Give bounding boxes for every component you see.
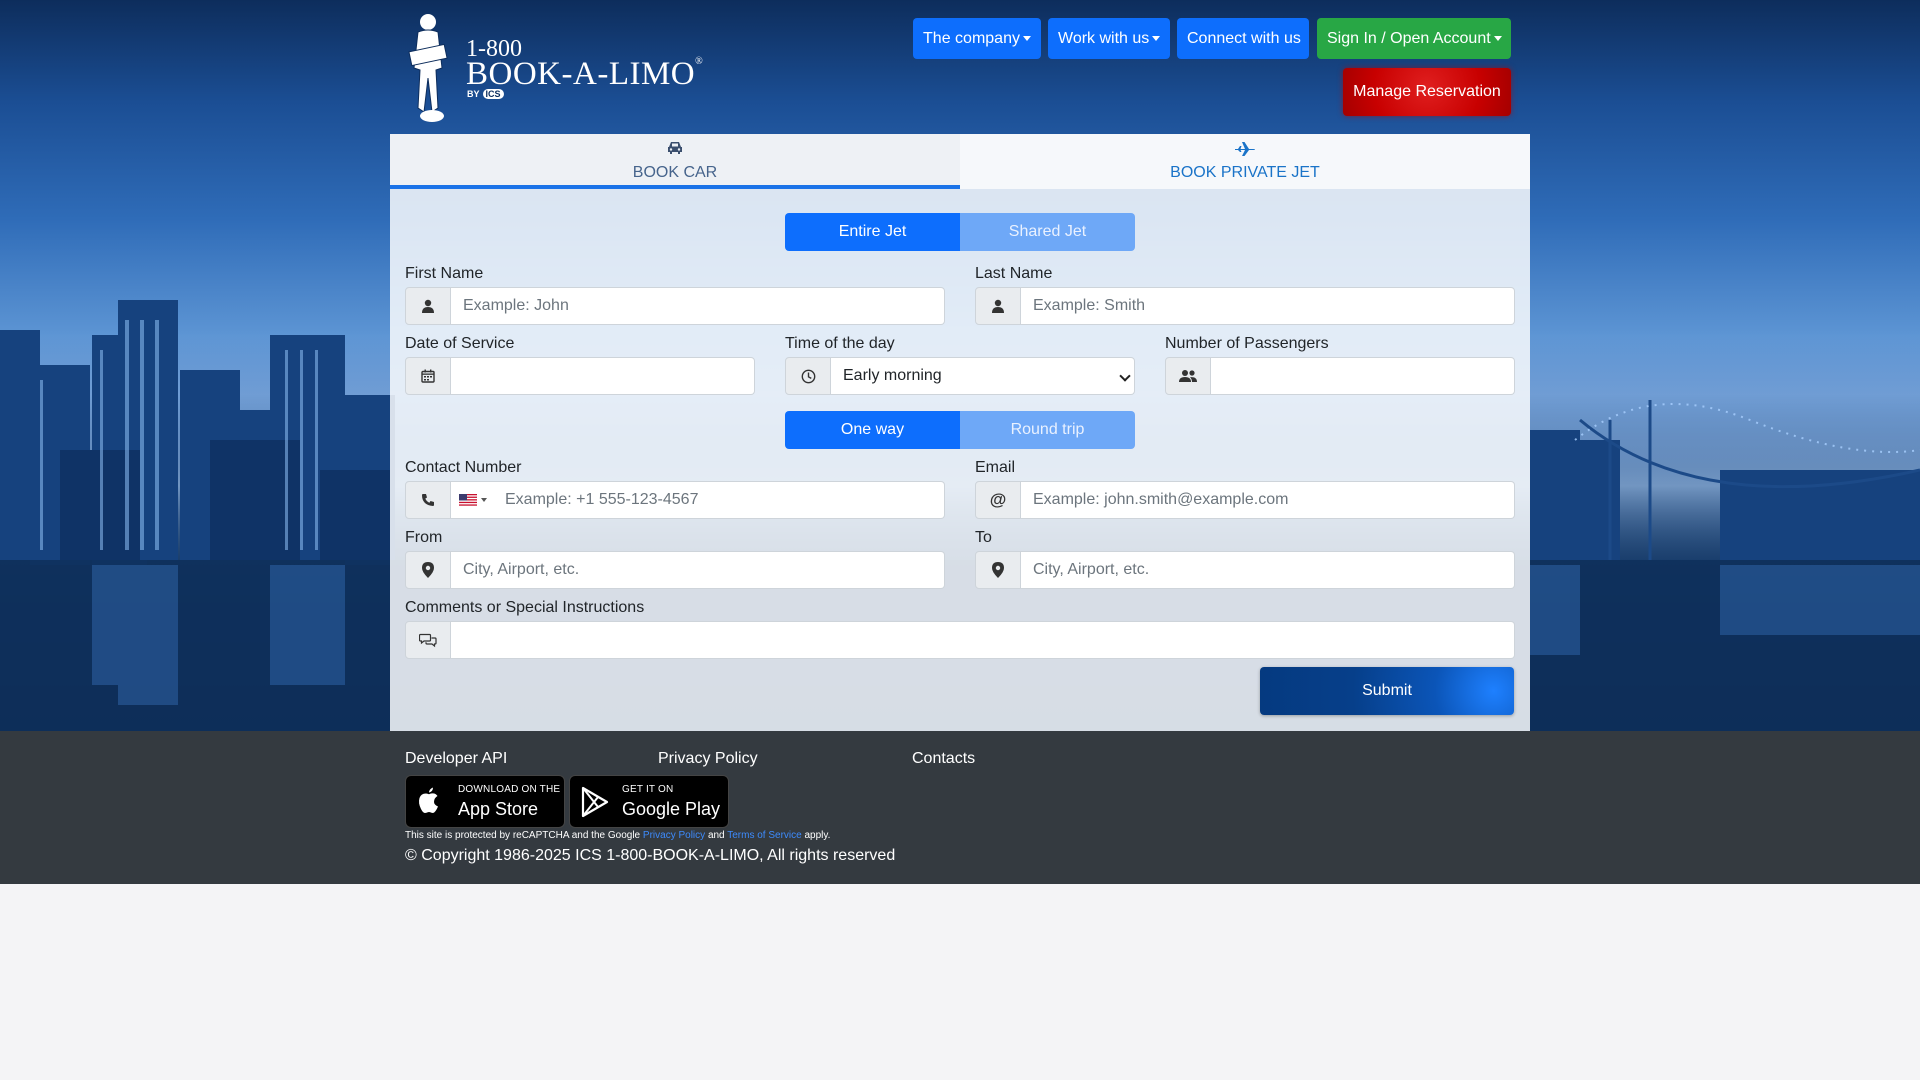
booking-card: BOOK CAR BOOK PRIVATE JET Entire Jet Sha… (390, 134, 1530, 731)
caret-down-icon (1022, 36, 1031, 41)
jet-type-toggle: Entire Jet Shared Jet (785, 213, 1135, 251)
shared-jet-button[interactable]: Shared Jet (960, 213, 1135, 251)
calendar-icon (405, 357, 451, 395)
tab-book-private-jet[interactable]: BOOK PRIVATE JET (960, 134, 1530, 189)
manage-reservation-button[interactable]: Manage Reservation (1343, 68, 1511, 116)
signin-dropdown[interactable]: Sign In / Open Account (1317, 18, 1511, 59)
app-store-badge[interactable]: DOWNLOAD ON THE App Store (405, 775, 565, 828)
phone-icon (405, 481, 451, 519)
developer-api-link[interactable]: Developer API (405, 750, 507, 768)
email-group: @ (975, 481, 1515, 519)
passengers-group (1165, 357, 1515, 395)
email-label: Email (975, 459, 1016, 476)
contact-number-group (405, 481, 945, 519)
signin-label: Sign In / Open Account (1327, 30, 1491, 47)
comments-input[interactable] (451, 621, 1515, 659)
google-play-small-text: GET IT ON (622, 784, 674, 795)
brand-logo[interactable]: 1-800 BOOK-A-LIMO® BY ICS (404, 8, 704, 126)
booking-tabs: BOOK CAR BOOK PRIVATE JET (390, 134, 1530, 189)
nav-work-dropdown[interactable]: Work with us (1048, 18, 1170, 59)
map-marker-icon (975, 551, 1021, 589)
tab-book-car[interactable]: BOOK CAR (390, 134, 960, 189)
nav-company-dropdown[interactable]: The company (913, 18, 1041, 59)
google-play-big-text: Google Play (622, 799, 721, 819)
tab-book-private-jet-label: BOOK PRIVATE JET (1170, 164, 1320, 181)
privacy-policy-link[interactable]: Privacy Policy (658, 750, 758, 768)
us-flag-icon (459, 494, 477, 506)
first-name-group (405, 287, 945, 325)
submit-button[interactable]: Submit (1260, 667, 1514, 715)
app-store-small-text: DOWNLOAD ON THE (458, 784, 561, 795)
time-of-day-select-wrap: Early morning (831, 357, 1135, 395)
passengers-label: Number of Passengers (1165, 335, 1329, 352)
nav-work-label: Work with us (1058, 30, 1150, 47)
car-icon (390, 141, 960, 157)
nav-connect-button[interactable]: Connect with us (1177, 18, 1309, 59)
last-name-group (975, 287, 1515, 325)
user-icon (405, 287, 451, 325)
country-code-picker[interactable] (451, 481, 493, 519)
at-icon: @ (975, 481, 1021, 519)
recaptcha-notice: This site is protected by reCAPTCHA and … (405, 830, 831, 841)
brand-by-ics: BY ICS (467, 89, 504, 99)
to-label: To (975, 529, 992, 546)
date-of-service-label: Date of Service (405, 335, 515, 352)
to-input[interactable] (1021, 551, 1515, 589)
manage-reservation-label: Manage Reservation (1353, 83, 1501, 100)
copyright-text: © Copyright 1986-2025 ICS 1-800-BOOK-A-L… (405, 847, 896, 864)
round-trip-button[interactable]: Round trip (960, 411, 1135, 449)
apple-icon (419, 787, 438, 813)
date-of-service-input[interactable] (451, 357, 755, 395)
email-input[interactable] (1021, 481, 1515, 519)
tab-book-car-label: BOOK CAR (632, 164, 718, 181)
from-group (405, 551, 945, 589)
time-of-day-select[interactable]: Early morning (831, 357, 1135, 395)
last-name-label: Last Name (975, 265, 1053, 282)
last-name-input[interactable] (1021, 287, 1515, 325)
users-icon (1165, 357, 1211, 395)
comments-group (405, 621, 1515, 659)
plane-icon (960, 141, 1530, 157)
passengers-input[interactable] (1211, 357, 1515, 395)
google-play-badge[interactable]: GET IT ON Google Play (569, 775, 729, 828)
first-name-label: First Name (405, 265, 484, 282)
first-name-input[interactable] (451, 287, 945, 325)
entire-jet-button[interactable]: Entire Jet (785, 213, 960, 251)
caret-down-icon (1493, 36, 1502, 41)
nav-company-label: The company (923, 30, 1020, 47)
footer: Developer API Privacy Policy Contacts DO… (0, 731, 1920, 884)
time-of-day-label: Time of the day (785, 335, 895, 352)
from-input[interactable] (451, 551, 945, 589)
to-group (975, 551, 1515, 589)
trip-type-toggle: One way Round trip (785, 411, 1135, 449)
recaptcha-privacy-link[interactable]: Privacy Policy (643, 830, 705, 841)
chauffeur-mascot-icon (408, 14, 448, 122)
user-icon (975, 287, 1021, 325)
contact-number-input[interactable] (493, 481, 945, 519)
contacts-link[interactable]: Contacts (912, 750, 975, 768)
caret-down-icon (481, 498, 487, 502)
clock-icon (785, 357, 831, 395)
from-label: From (405, 529, 443, 546)
map-marker-icon (405, 551, 451, 589)
app-store-big-text: App Store (458, 799, 539, 819)
comments-icon (405, 621, 451, 659)
comments-label: Comments or Special Instructions (405, 599, 645, 616)
nav-connect-label: Connect with us (1187, 30, 1301, 47)
recaptcha-terms-link[interactable]: Terms of Service (727, 830, 801, 841)
one-way-button[interactable]: One way (785, 411, 960, 449)
brand-name: BOOK-A-LIMO® (466, 56, 704, 92)
time-of-day-group: Early morning (785, 357, 1135, 395)
google-play-icon (581, 786, 609, 818)
date-of-service-group (405, 357, 755, 395)
contact-number-label: Contact Number (405, 459, 522, 476)
caret-down-icon (1152, 36, 1161, 41)
